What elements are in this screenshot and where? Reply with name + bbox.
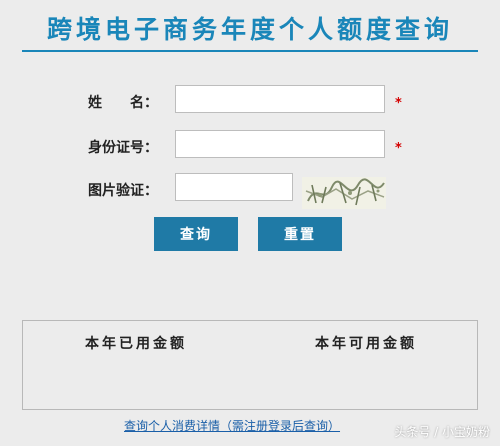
captcha-input[interactable] [175, 173, 293, 201]
captcha-image[interactable] [302, 177, 386, 209]
page-title: 跨境电子商务年度个人额度查询 [46, 15, 453, 44]
name-label: 姓 名： [88, 95, 158, 111]
results-panel: 本年已用金额 本年可用金额 [22, 320, 478, 410]
captcha-label: 图片验证： [88, 183, 158, 199]
id-required-mark: * [395, 141, 402, 156]
id-number-input[interactable] [175, 130, 385, 158]
name-required-mark: * [395, 96, 402, 111]
consumption-details-link[interactable]: 查询个人消费详情（需注册登录后查询） [124, 417, 340, 434]
watermark-text: 头条号 / 小宝奶粉 [394, 425, 490, 439]
name-input[interactable] [175, 85, 385, 113]
captcha-noise-graphic [302, 177, 386, 209]
reset-button[interactable]: 重置 [258, 217, 342, 251]
title-divider [22, 50, 478, 52]
id-number-label: 身份证号： [88, 140, 158, 156]
used-amount-label: 本年已用金额 [85, 336, 187, 352]
query-button[interactable]: 查询 [154, 217, 238, 251]
available-amount-label: 本年可用金额 [315, 336, 417, 352]
